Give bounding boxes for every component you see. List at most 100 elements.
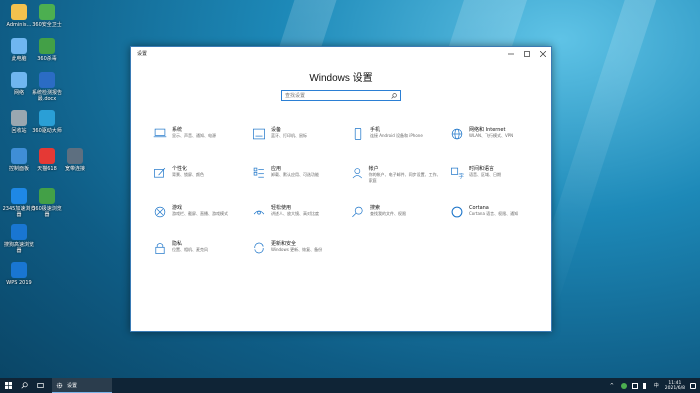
title-bar[interactable]: 设置 — [131, 47, 551, 60]
360-security-icon — [39, 4, 55, 20]
window-title: 设置 — [137, 51, 148, 57]
gear-icon — [56, 382, 63, 388]
recycle-bin-icon — [11, 110, 27, 126]
settings-category-description: 蓝牙、打印机、鼠标 — [271, 133, 307, 138]
ease-of-access-icon — [253, 210, 265, 215]
desktop-icon[interactable]: 搜狗高速浏览器 — [2, 224, 36, 254]
desktop-icon-label: 360安全卫士 — [32, 22, 62, 28]
desktop-icon[interactable]: 360驱动大师 — [30, 110, 64, 134]
settings-category-item[interactable]: 手机 连接 Android 设备和 iPhone — [351, 127, 441, 149]
network-tray-icon[interactable] — [631, 382, 638, 389]
settings-category-description: 卸载、默认应用、可选功能 — [271, 172, 319, 177]
desktop-icon-label: 360极速浏览器 — [32, 206, 62, 218]
settings-category-item[interactable]: 系统 显示、声音、通知、电源 — [153, 127, 243, 149]
globe-icon — [451, 128, 463, 140]
network-icon — [11, 72, 27, 88]
clock[interactable]: 11:41 2021/6/8 — [665, 381, 685, 391]
settings-window: 设置 Windows 设置 查找设置 系统 显示、声音、通知、电源 设备 蓝牙、打印机… — [130, 46, 552, 332]
maximize-icon — [524, 50, 530, 57]
desktop-icon[interactable]: WPS 2019 — [2, 262, 36, 286]
clock-date: 2021/6/8 — [664, 385, 685, 391]
wps-icon — [11, 262, 27, 278]
search-icon — [20, 382, 28, 389]
desktop-icon-label: WPS 2019 — [6, 280, 32, 286]
360-browser-icon — [39, 188, 55, 204]
sogou-browser-icon — [11, 224, 27, 240]
360-driver-icon — [39, 110, 55, 126]
desktop-icon-label: 搜狗高速浏览器 — [3, 242, 34, 254]
volume-icon[interactable] — [642, 382, 649, 389]
start-button[interactable] — [0, 378, 16, 393]
broadband-icon — [67, 148, 83, 164]
windows-logo-icon — [4, 382, 12, 389]
update-icon — [254, 242, 264, 254]
minimize-button[interactable] — [503, 47, 519, 60]
control-panel-icon — [11, 148, 27, 164]
chevron-up-icon[interactable]: ^ — [610, 383, 616, 389]
close-icon — [540, 50, 546, 57]
settings-category-item[interactable]: 隐私 位置、相机、麦克风 — [153, 241, 243, 263]
settings-category-item[interactable]: 网络和 Internet WLAN、飞行模式、VPN — [450, 127, 540, 149]
svg-text:字: 字 — [458, 172, 464, 180]
time-language-icon: 字 — [451, 167, 464, 180]
desktop-icon-label: 360驱动大师 — [32, 128, 62, 134]
brush-icon — [154, 167, 166, 178]
word-doc-icon — [39, 72, 55, 88]
360-antivirus-icon — [39, 38, 55, 54]
desktop-icon-label: 宽带连接 — [64, 166, 85, 172]
minimize-icon — [508, 53, 514, 54]
settings-category-item[interactable]: 设备 蓝牙、打印机、鼠标 — [252, 127, 342, 149]
desktop-icon-label: 360杀毒 — [37, 56, 57, 62]
laptop-icon — [153, 128, 167, 138]
2345-browser-icon — [11, 188, 27, 204]
computer-icon — [11, 38, 27, 54]
apps-icon — [253, 167, 264, 178]
settings-category-description: 位置、相机、麦克风 — [172, 247, 208, 252]
taskbar-search-button[interactable] — [16, 378, 32, 393]
360-tray-icon[interactable] — [620, 382, 627, 389]
desktop-icon[interactable]: 360极速浏览器 — [30, 188, 64, 218]
ime-icon[interactable]: 中 — [654, 383, 660, 389]
settings-category-item[interactable]: 个性化 背景、锁屏、颜色 — [153, 166, 243, 188]
settings-category-item[interactable]: 更新和安全 Windows 更新、恢复、备份 — [252, 241, 342, 263]
system-tray: ^ 中 11:41 2021/6/8 — [610, 378, 696, 393]
search-input[interactable]: 查找设置 — [281, 90, 401, 101]
desktop-icon[interactable]: 360杀毒 — [30, 38, 64, 62]
settings-category-item[interactable]: 游戏 游戏栏、截屏、直播、游戏模式 — [153, 205, 243, 227]
cortana-icon — [451, 206, 463, 218]
settings-category-description: 连接 Android 设备和 iPhone — [370, 133, 423, 138]
desktop-icon-label: 系统检测报告 最.docx — [31, 90, 62, 102]
tmall-icon — [39, 148, 55, 164]
settings-category-description: 你的帐户、电子邮件、同步设置、工作、家庭 — [368, 172, 441, 183]
maximize-button[interactable] — [519, 47, 535, 60]
settings-category-description: Windows 更新、恢复、备份 — [271, 247, 323, 252]
settings-category-item[interactable]: 帐户 你的帐户、电子邮件、同步设置、工作、家庭 — [351, 166, 441, 188]
close-button[interactable] — [535, 47, 551, 60]
settings-category-description: WLAN、飞行模式、VPN — [469, 133, 514, 138]
person-icon — [352, 168, 362, 179]
phone-icon — [354, 128, 362, 140]
desktop-icon[interactable]: 系统检测报告 最.docx — [30, 72, 64, 102]
desktop-icon[interactable]: 宽带连接 — [58, 148, 92, 172]
lock-icon — [155, 243, 165, 254]
settings-category-description: 游戏栏、截屏、直播、游戏模式 — [172, 211, 228, 216]
xbox-icon — [154, 206, 166, 218]
user-folder-icon — [11, 4, 27, 20]
taskbar-app-label: 设置 — [67, 382, 78, 389]
page-title: Windows 设置 — [309, 73, 373, 84]
settings-category-description: 背景、锁屏、颜色 — [172, 172, 204, 177]
notification-icon[interactable] — [690, 382, 696, 389]
settings-category-description: 查找我的文件、权限 — [370, 211, 406, 216]
search-placeholder: 查找设置 — [285, 93, 306, 99]
search-icon — [352, 206, 363, 218]
settings-category-item[interactable]: 搜索 查找我的文件、权限 — [351, 205, 441, 227]
settings-category-item[interactable]: Cortana Cortana 语言、权限、通知 — [450, 205, 540, 227]
settings-category-item[interactable]: 应用 卸载、默认应用、可选功能 — [252, 166, 342, 188]
task-view-button[interactable] — [32, 378, 48, 393]
settings-category-description: 显示、声音、通知、电源 — [172, 133, 216, 138]
taskbar-app-settings[interactable]: 设置 — [52, 378, 112, 393]
desktop-icon[interactable]: 360安全卫士 — [30, 4, 64, 28]
settings-category-item[interactable]: 轻松使用 讲述人、放大镜、高对比度 — [252, 205, 342, 227]
settings-category-description: Cortana 语言、权限、通知 — [469, 211, 519, 216]
settings-category-item[interactable]: 字时间和语言 语音、区域、日期 — [450, 166, 540, 188]
